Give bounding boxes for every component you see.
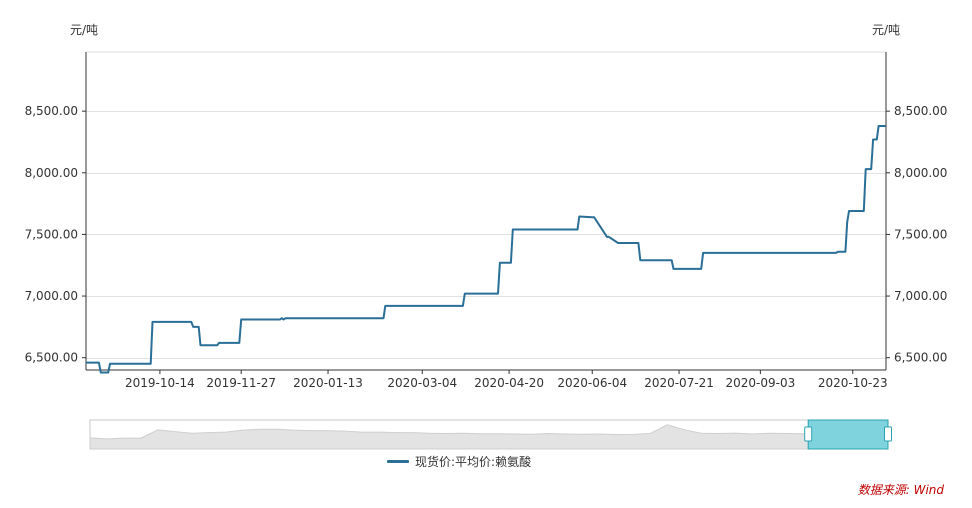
y-tick-label-right: 7,500.00 (894, 227, 947, 241)
navigator-right-handle[interactable] (884, 426, 892, 442)
chart-container: 6,500.00 6,500.00 7,000.00 7,000.00 7,500.00… (0, 0, 972, 508)
legend-swatch (387, 459, 409, 463)
series-line (86, 125, 886, 374)
y-tick-label-left: 7,000.00 (25, 289, 78, 303)
x-tick-label: 2020-03-04 (387, 376, 457, 390)
y-tick-label-left: 7,500.00 (25, 227, 78, 241)
y-tick-label-left: 6,500.00 (25, 351, 78, 365)
x-tick-label: 2020-04-20 (474, 376, 544, 390)
x-tick-label: 2020-06-04 (557, 376, 627, 390)
navigator-left-handle[interactable] (804, 426, 813, 442)
y-tick-label-right: 7,000.00 (894, 289, 947, 303)
y-tick-label-left: 8,500.00 (25, 104, 78, 118)
x-tick-label: 2020-09-03 (725, 376, 795, 390)
y-tick-label-right: 6,500.00 (894, 351, 947, 365)
data-source-note: 数据来源: Wind (857, 483, 944, 497)
x-tick-label: 2019-11-27 (206, 376, 276, 390)
y-tick-label-right: 8,500.00 (894, 104, 947, 118)
series-layer (86, 125, 886, 374)
x-tick-labels: 2019-10-14 2019-11-27 2020-01-13 2020-03-04… (125, 370, 888, 390)
x-tick-label: 2020-10-23 (818, 376, 888, 390)
x-tick-label: 2019-10-14 (125, 376, 195, 390)
navigator-selection[interactable] (807, 419, 889, 450)
y-tick-label-left: 8,000.00 (25, 166, 78, 180)
x-tick-label: 2020-07-21 (644, 376, 714, 390)
left-y-unit-label: 元/吨 (70, 23, 98, 37)
y-tick-label-right: 8,000.00 (894, 166, 947, 180)
range-navigator[interactable] (89, 419, 892, 450)
grid-lines (86, 51, 886, 359)
legend[interactable]: 现货价:平均价:赖氨酸 (387, 452, 531, 470)
x-tick-label: 2020-01-13 (293, 376, 363, 390)
right-y-unit-label: 元/吨 (872, 23, 900, 37)
legend-label: 现货价:平均价:赖氨酸 (415, 454, 532, 469)
line-chart: 6,500.00 6,500.00 7,000.00 7,000.00 7,500.00… (25, 23, 947, 450)
